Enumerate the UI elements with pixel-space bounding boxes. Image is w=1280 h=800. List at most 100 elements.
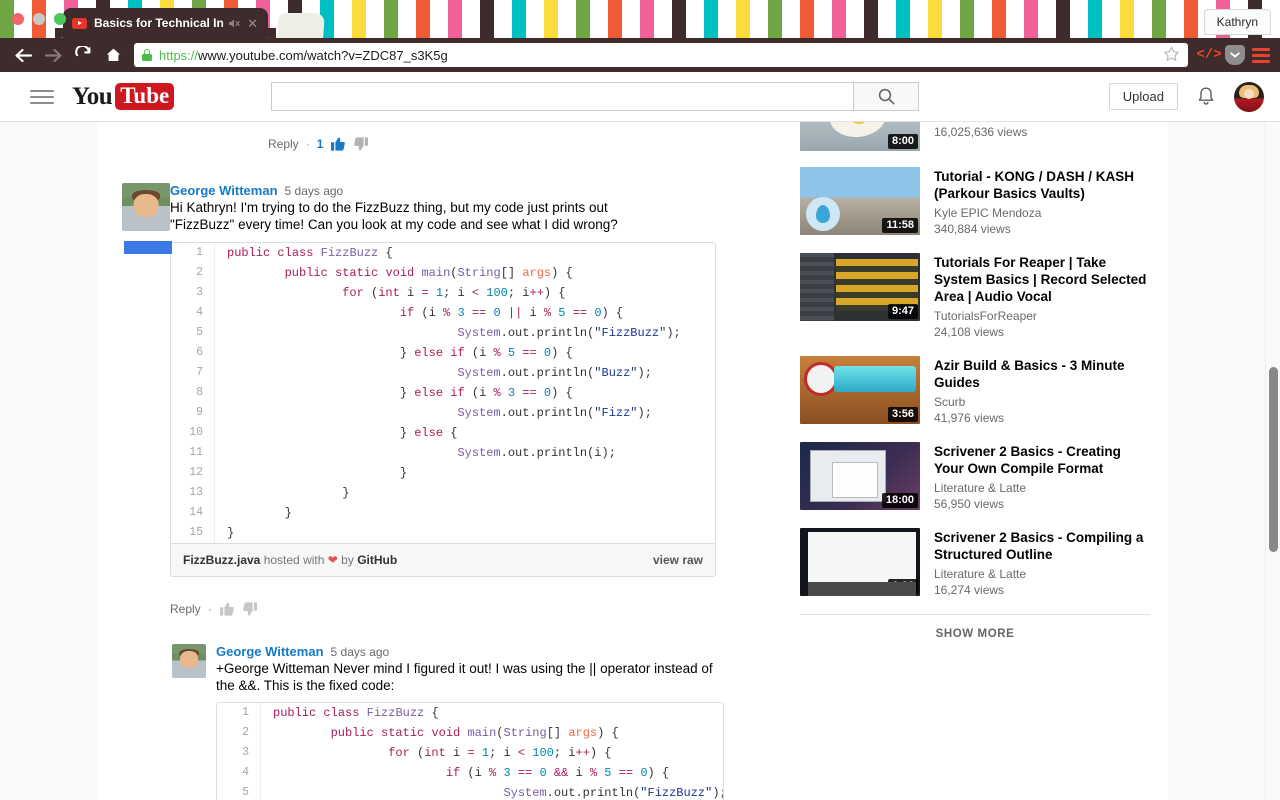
reply-button[interactable]: Reply [170, 602, 201, 616]
avatar[interactable] [122, 183, 170, 231]
youtube-logo-you: You [72, 82, 113, 110]
video-duration: 6:32 [887, 579, 918, 594]
gist-filename[interactable]: FizzBuzz.java [183, 553, 260, 567]
address-bar[interactable]: https://www.youtube.com/watch?v=ZDC87_s3… [134, 43, 1188, 67]
forward-arrow-icon[interactable] [38, 40, 68, 70]
shield-extension-icon[interactable] [1222, 42, 1248, 68]
upload-button-label: Upload [1122, 89, 1164, 104]
thumb-up-icon[interactable] [219, 601, 235, 617]
url-scheme: https:// [159, 47, 199, 63]
heart-icon: ❤ [327, 553, 338, 567]
gist-provider[interactable]: GitHub [357, 553, 397, 567]
menu-extension-icon[interactable] [1248, 42, 1274, 68]
window-maximize-button[interactable] [54, 13, 66, 25]
video-views: 24,108 views [934, 325, 1005, 339]
video-channel[interactable]: Kyle EPIC Mendoza [934, 205, 1150, 221]
youtube-logo[interactable]: You Tube [72, 82, 175, 111]
video-title[interactable]: Tutorial - KONG / DASH / KASH (Parkour B… [934, 168, 1150, 202]
code-line: 9 System.out.println("Fizz"); [171, 403, 715, 423]
code-line-source: System.out.println("Buzz"); [457, 366, 652, 380]
code-line: 2 public static void main(String[] args)… [171, 263, 715, 283]
recommended-video-item[interactable]: 3:56 Azir Build & Basics - 3 Minute Guide… [800, 356, 1150, 426]
code-line-number: 14 [171, 503, 215, 523]
code-line-source: } [227, 526, 235, 540]
code-line: 1 public class FizzBuzz { [217, 703, 723, 723]
star-icon[interactable] [1163, 46, 1180, 65]
recommended-video-item[interactable]: 6:32 Scrivener 2 Basics - Compiling a Str… [800, 528, 1150, 598]
home-icon[interactable] [98, 40, 128, 70]
new-tab-button[interactable] [277, 13, 325, 38]
video-title[interactable]: Scrivener 2 Basics - Compiling a Structu… [934, 529, 1150, 563]
separator-dot: · [305, 137, 310, 151]
video-meta: Azir Build & Basics - 3 Minute Guides Scu… [934, 356, 1150, 426]
header-actions: Upload [1108, 81, 1264, 112]
thumb-up-icon[interactable] [330, 136, 346, 152]
gist-embed: 1 public class FizzBuzz {2 public static … [170, 242, 716, 577]
comment-header: George Witteman 5 days ago [216, 644, 736, 659]
gist-footer: FizzBuzz.java hosted with ❤ by GitHub vi… [171, 543, 715, 576]
code-line: 4 if (i % 3 == 0 && i % 5 == 0) { [217, 763, 723, 783]
content-card: Reply · 1 George Witteman 5 days ago Hi … [98, 122, 1168, 800]
page-scrollbar[interactable] [1265, 122, 1280, 800]
code-line-source: } [227, 506, 292, 520]
close-icon[interactable]: ✕ [245, 17, 260, 30]
code-line-number: 8 [171, 383, 215, 403]
avatar[interactable] [172, 644, 206, 678]
avatar[interactable] [1234, 81, 1264, 112]
recommended-video-item[interactable]: 8:00 16,025,636 views [800, 122, 1150, 151]
scrollbar-thumb[interactable] [1269, 367, 1278, 552]
hamburger-menu-icon[interactable] [30, 89, 54, 104]
video-thumbnail[interactable]: 6:32 [800, 528, 920, 596]
video-thumbnail[interactable]: 3:56 [800, 356, 920, 424]
thumb-down-icon[interactable] [242, 601, 258, 617]
youtube-logo-tube: Tube [115, 82, 175, 111]
recommended-video-item[interactable]: 18:00 Scrivener 2 Basics - Creating Your … [800, 442, 1150, 512]
code-line-number: 9 [171, 403, 215, 423]
view-raw-link[interactable]: view raw [653, 553, 703, 567]
code-extension-icon[interactable]: </> [1196, 42, 1222, 68]
speaker-muted-icon[interactable] [228, 18, 241, 29]
recommended-video-item[interactable]: 11:58 Tutorial - KONG / DASH / KASH (Park… [800, 167, 1150, 237]
notifications-bell-icon[interactable] [1196, 86, 1216, 107]
upload-button[interactable]: Upload [1108, 83, 1178, 110]
window-minimize-button[interactable] [33, 13, 45, 25]
comment-author[interactable]: George Witteman [170, 183, 278, 198]
video-meta: 16,025,636 views [934, 122, 1150, 151]
browser-profile-button[interactable]: Kathryn [1203, 9, 1271, 35]
video-meta: Scrivener 2 Basics - Compiling a Structu… [934, 528, 1150, 598]
code-line: 10 } else { [171, 423, 715, 443]
browser-tab-active[interactable]: Basics for Technical Inte ✕ [55, 8, 276, 38]
video-views: 56,950 views [934, 497, 1005, 511]
code-line-source: System.out.println("FizzBuzz"); [457, 326, 681, 340]
video-title[interactable]: Tutorials For Reaper | Take System Basic… [934, 254, 1150, 305]
code-line-number: 12 [171, 463, 215, 483]
video-thumbnail[interactable]: 9:47 [800, 253, 920, 321]
tab-strip: Basics for Technical Inte ✕ Kathryn [0, 0, 1280, 38]
comment-header: George Witteman 5 days ago [170, 183, 736, 198]
video-channel[interactable]: Literature & Latte [934, 566, 1150, 582]
comment-timestamp: 5 days ago [330, 645, 390, 659]
video-thumbnail[interactable]: 18:00 [800, 442, 920, 510]
avatar-face [180, 651, 198, 668]
video-channel[interactable]: TutorialsForReaper [934, 308, 1150, 324]
reload-icon[interactable] [68, 40, 98, 70]
comment-author[interactable]: George Witteman [216, 644, 324, 659]
code-line-number: 11 [171, 443, 215, 463]
recommended-video-item[interactable]: 9:47 Tutorials For Reaper | Take System B… [800, 253, 1150, 340]
window-close-button[interactable] [12, 13, 24, 25]
video-title[interactable]: Azir Build & Basics - 3 Minute Guides [934, 357, 1150, 391]
code-line-number: 5 [171, 323, 215, 343]
search-icon[interactable] [854, 82, 920, 111]
comment-text: Hi Kathryn! I'm trying to do the FizzBuz… [170, 200, 618, 232]
video-thumbnail[interactable]: 11:58 [800, 167, 920, 235]
video-channel[interactable]: Scurb [934, 394, 1150, 410]
video-meta: Scrivener 2 Basics - Creating Your Own C… [934, 442, 1150, 512]
back-arrow-icon[interactable] [8, 40, 38, 70]
video-thumbnail[interactable]: 8:00 [800, 122, 920, 151]
thumb-down-icon[interactable] [353, 136, 369, 152]
reply-button[interactable]: Reply [268, 137, 299, 151]
video-channel[interactable]: Literature & Latte [934, 480, 1150, 496]
search-input[interactable] [271, 82, 855, 111]
show-more-button[interactable]: SHOW MORE [800, 614, 1150, 650]
video-title[interactable]: Scrivener 2 Basics - Creating Your Own C… [934, 443, 1150, 477]
